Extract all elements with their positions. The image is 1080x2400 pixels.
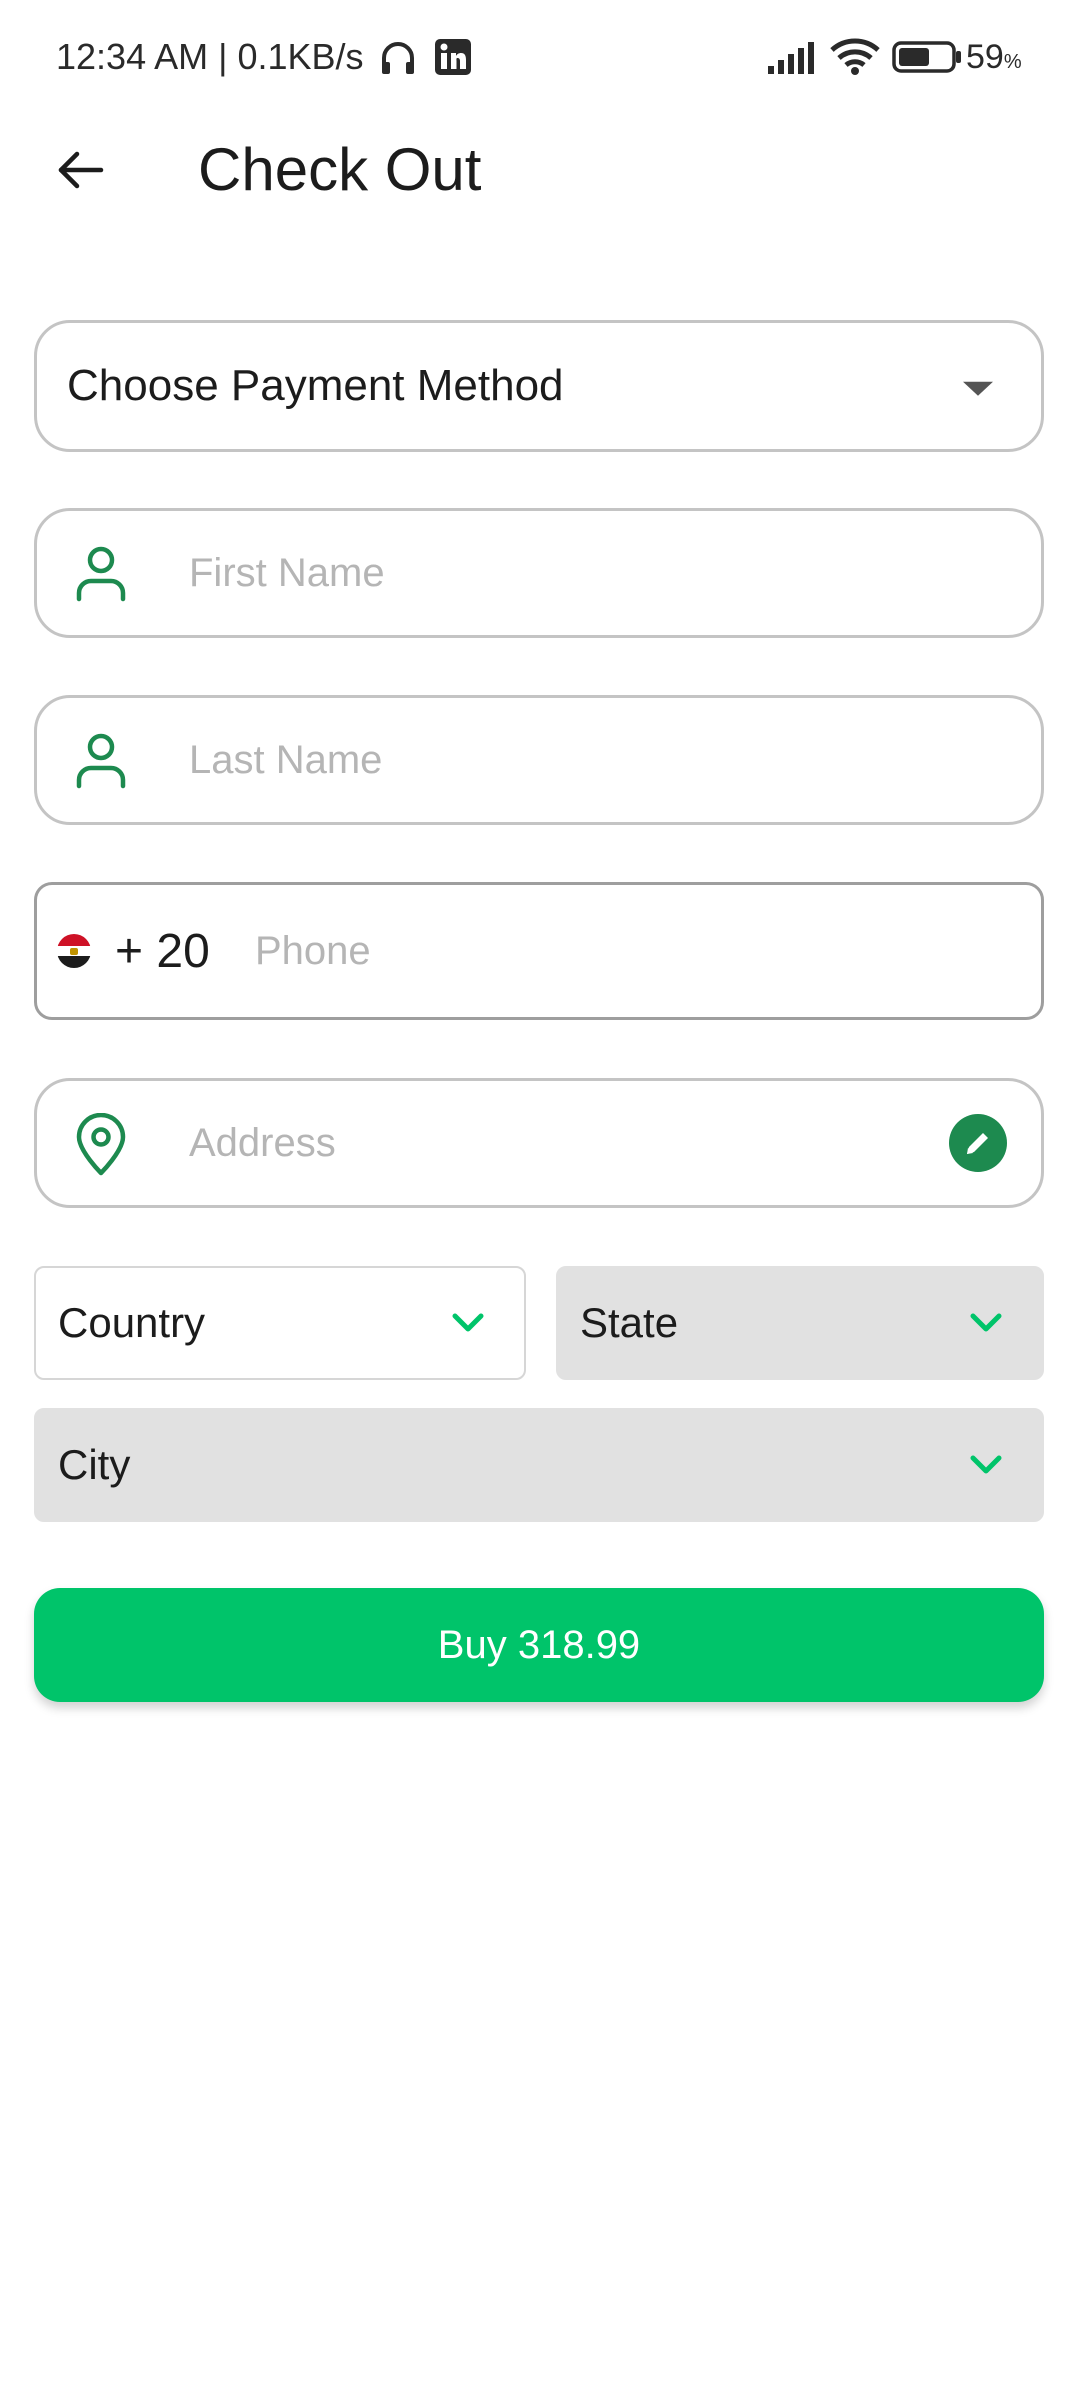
country-label: Country <box>58 1299 206 1346</box>
dial-code[interactable]: + 20 <box>115 885 210 1017</box>
chevron-down-icon <box>970 1313 1002 1332</box>
status-bar: 12:34 AM | 0.1KB/s 59% <box>0 0 1080 110</box>
first-name-field[interactable]: First Name <box>34 508 1044 638</box>
address-field[interactable]: Address <box>34 1078 1044 1208</box>
egypt-flag-icon[interactable] <box>57 934 91 968</box>
first-name-placeholder: First Name <box>189 550 385 595</box>
state-select[interactable]: State <box>556 1266 1044 1380</box>
address-placeholder: Address <box>189 1120 336 1165</box>
battery-percent: 59% <box>966 38 1022 76</box>
wifi-icon <box>830 38 880 81</box>
city-label: City <box>58 1441 131 1488</box>
signal-icon <box>768 40 818 79</box>
caret-down-icon <box>963 381 993 396</box>
headphones-icon <box>378 38 418 83</box>
state-label: State <box>580 1299 679 1346</box>
payment-method-dropdown[interactable]: Choose Payment Method <box>34 320 1044 452</box>
city-select[interactable]: City <box>34 1408 1044 1522</box>
country-select[interactable]: Country <box>34 1266 526 1380</box>
status-time: 12:34 AM | 0.1KB/s <box>56 36 364 77</box>
phone-field[interactable]: + 20 Phone <box>34 882 1044 1020</box>
edit-address-button[interactable] <box>949 1114 1007 1172</box>
last-name-placeholder: Last Name <box>189 737 383 782</box>
location-pin-icon <box>71 1112 131 1176</box>
chevron-down-icon <box>452 1313 484 1332</box>
chevron-down-icon <box>970 1455 1002 1474</box>
payment-method-label: Choose Payment Method <box>67 361 564 410</box>
phone-placeholder: Phone <box>255 928 371 973</box>
back-button[interactable] <box>40 130 120 210</box>
arrow-left-icon <box>58 151 104 189</box>
person-icon <box>71 730 131 790</box>
buy-button[interactable]: Buy 318.99 <box>34 1588 1044 1702</box>
last-name-field[interactable]: Last Name <box>34 695 1044 825</box>
battery-unit: % <box>1003 51 1022 73</box>
linkedin-icon <box>434 38 472 81</box>
page-title: Check Out <box>198 136 482 203</box>
person-icon <box>71 543 131 603</box>
battery-icon <box>892 40 962 79</box>
pencil-icon <box>967 1133 988 1154</box>
